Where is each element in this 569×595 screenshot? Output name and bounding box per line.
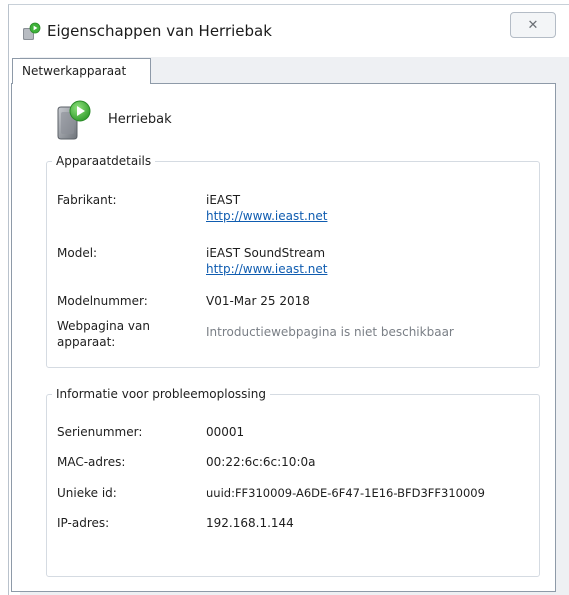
model-number-label: Modelnummer:	[57, 294, 148, 308]
device-properties-icon	[23, 22, 41, 40]
webpage-label-line2: apparaat:	[57, 335, 116, 349]
mac-label: MAC-adres:	[57, 455, 126, 469]
device-details-legend: Apparaatdetails	[52, 154, 156, 168]
model-link[interactable]: http://www.ieast.net	[206, 262, 327, 277]
title-bar[interactable]: Eigenschappen van Herriebak ✕	[9, 5, 569, 57]
manufacturer-link[interactable]: http://www.ieast.net	[206, 209, 327, 224]
manufacturer-label: Fabrikant:	[57, 193, 117, 207]
mac-value: 00:22:6c:6c:10:0a	[206, 455, 316, 469]
webpage-label-line1: Webpagina van	[57, 319, 150, 333]
troubleshooting-legend: Informatie voor probleemoplossing	[52, 387, 270, 401]
tab-netwerkapparaat[interactable]: Netwerkapparaat	[12, 58, 151, 84]
model-number-value: V01-Mar 25 2018	[206, 294, 310, 308]
ip-value: 192.168.1.144	[206, 516, 294, 530]
serial-value: 00001	[206, 425, 245, 439]
uuid-label: Unieke id:	[57, 486, 117, 500]
media-device-play-icon	[57, 100, 91, 140]
serial-label: Serienummer:	[57, 425, 143, 439]
window-title: Eigenschappen van Herriebak	[47, 22, 272, 40]
uuid-value: uuid:FF310009-A6DE-6F47-1E16-BFD3FF31000…	[206, 486, 485, 500]
webpage-value: Introductiewebpagina is niet beschikbaar	[206, 325, 454, 339]
close-button[interactable]: ✕	[510, 12, 556, 38]
model-value: iEAST SoundStream	[206, 246, 326, 260]
model-label: Model:	[57, 246, 98, 260]
device-name: Herriebak	[108, 112, 172, 127]
ip-label: IP-adres:	[57, 516, 110, 530]
manufacturer-value: iEAST	[206, 193, 241, 207]
